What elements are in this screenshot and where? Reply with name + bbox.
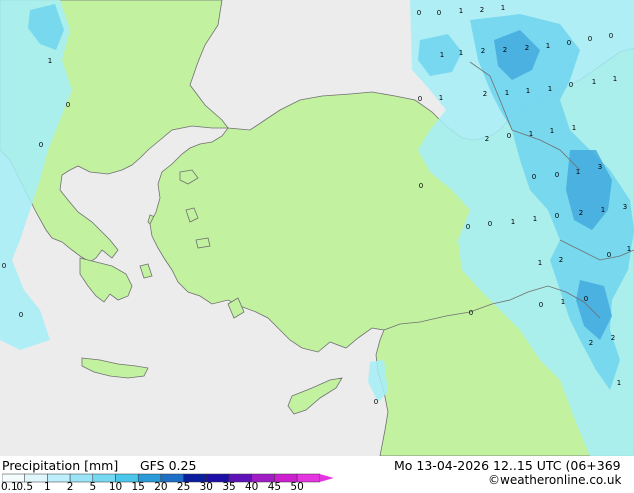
legend-arrow	[319, 474, 334, 482]
legend-tick-label: 25	[176, 481, 191, 493]
precip-value-label: 0	[607, 251, 611, 259]
precip-value-label: 1	[459, 49, 463, 57]
legend-tick-label: 1	[44, 481, 51, 493]
precip-value-label: 0	[584, 295, 588, 303]
precip-value-label: 0	[555, 171, 559, 179]
legend-tick-label: 0.5	[16, 481, 34, 493]
precip-value-label: 0	[417, 9, 421, 17]
precip-value-label: 0	[419, 182, 423, 190]
precip-value-label: 2	[579, 209, 583, 217]
precip-value-label: 1	[546, 42, 550, 50]
precip-value-label: 1	[511, 218, 515, 226]
samos-land	[195, 237, 211, 249]
precip-value-label: 1	[576, 168, 580, 176]
precip-value-label: 1	[613, 75, 617, 83]
precipitation-map: 0 0 1 2 1 1 1 2 2 2 1 0 0 0 0 1 2 1 1 1 0 1 1 0 0 1 2 0 1 1 1 0 0 0 1 3 0 0 1 1…	[0, 0, 634, 457]
precip-value-label: 0	[66, 101, 70, 109]
precip-value-label: 1	[439, 94, 443, 102]
precip-value-label: 1	[538, 259, 542, 267]
precip-value-label: 1	[548, 85, 552, 93]
legend-tick-label: 0.1	[1, 481, 18, 493]
precip-value-label: 0	[488, 220, 492, 228]
precip-value-label: 2	[589, 339, 593, 347]
precip-value-label: 1	[501, 4, 505, 12]
precip-value-label: 0	[555, 212, 559, 220]
precip-value-label: 0	[374, 398, 378, 406]
precip-value-label: 1	[627, 245, 631, 253]
precip-value-label: 0	[466, 223, 470, 231]
precip-value-label: 3	[598, 163, 602, 171]
map-canvas: 0 0 1 2 1 1 1 2 2 2 1 0 0 0 0 1 2 1 1 1 0 1 1 0 0 1 2 0 1 1 1 0 0 0 1 3 0 0 1 1…	[0, 0, 634, 457]
legend-tick-label: 2	[66, 481, 74, 493]
legend-tick-label: 40	[245, 481, 259, 493]
precip-color-legend	[2, 473, 334, 483]
legend-tick-label: 5	[89, 481, 97, 493]
precip-value-label: 1	[526, 87, 530, 95]
precip-value-label: 1	[48, 57, 52, 65]
precip-value-label: 3	[623, 203, 627, 211]
precip-value-label: 0	[418, 95, 422, 103]
precip-value-label: 1	[561, 298, 565, 306]
precip-value-label: 0	[2, 262, 6, 270]
precip-value-label: 1	[572, 124, 576, 132]
precip-value-label: 2	[480, 6, 484, 14]
precip-value-label: 0	[507, 132, 511, 140]
precip-value-label: 0	[19, 311, 23, 319]
precip-value-label: 2	[483, 90, 487, 98]
legend-tick-label: 20	[154, 481, 168, 493]
precip-value-label: 0	[539, 301, 543, 309]
precip-value-label: 2	[485, 135, 489, 143]
legend-tick-label: 35	[222, 481, 236, 493]
precip-value-label: 2	[503, 46, 507, 54]
legend-tick-label: 50	[290, 481, 304, 493]
precip-value-label: 1	[592, 78, 596, 86]
model-name: GFS 0.25	[140, 458, 197, 473]
precip-value-label: 0	[39, 141, 43, 149]
precip-value-label: 0	[567, 39, 571, 47]
precip-value-label: 1	[601, 206, 605, 214]
legend-tick-label: 15	[131, 481, 145, 493]
precip-value-label: 2	[525, 44, 529, 52]
precip-value-label: 1	[617, 379, 621, 387]
precip-value-label: 2	[481, 47, 485, 55]
precip-value-label: 1	[533, 215, 537, 223]
legend-tick-label: 45	[267, 481, 282, 493]
precip-value-label: 0	[609, 32, 613, 40]
map-title: Precipitation [mm]	[2, 458, 119, 473]
precip-value-label: 1	[550, 127, 554, 135]
precip-value-label: 2	[611, 334, 615, 342]
forecast-datetime: Mo 13-04-2026 12..15 UTC (06+369	[394, 458, 621, 473]
precip-value-label: 1	[459, 7, 463, 15]
precip-value-label: 0	[588, 35, 592, 43]
precip-value-label: 1	[440, 51, 444, 59]
precip-value-label: 0	[569, 81, 573, 89]
credit-text: ©weatheronline.co.uk	[488, 473, 622, 487]
legend-tick-label: 10	[108, 481, 123, 493]
precip-value-label: 2	[559, 256, 563, 264]
precip-value-label: 1	[529, 130, 533, 138]
precip-value-label: 1	[505, 89, 509, 97]
legend-tick-label: 30	[199, 481, 213, 493]
precip-value-label: 0	[437, 9, 441, 17]
precip-value-label: 0	[532, 173, 536, 181]
precip-value-label: 0	[469, 309, 473, 317]
